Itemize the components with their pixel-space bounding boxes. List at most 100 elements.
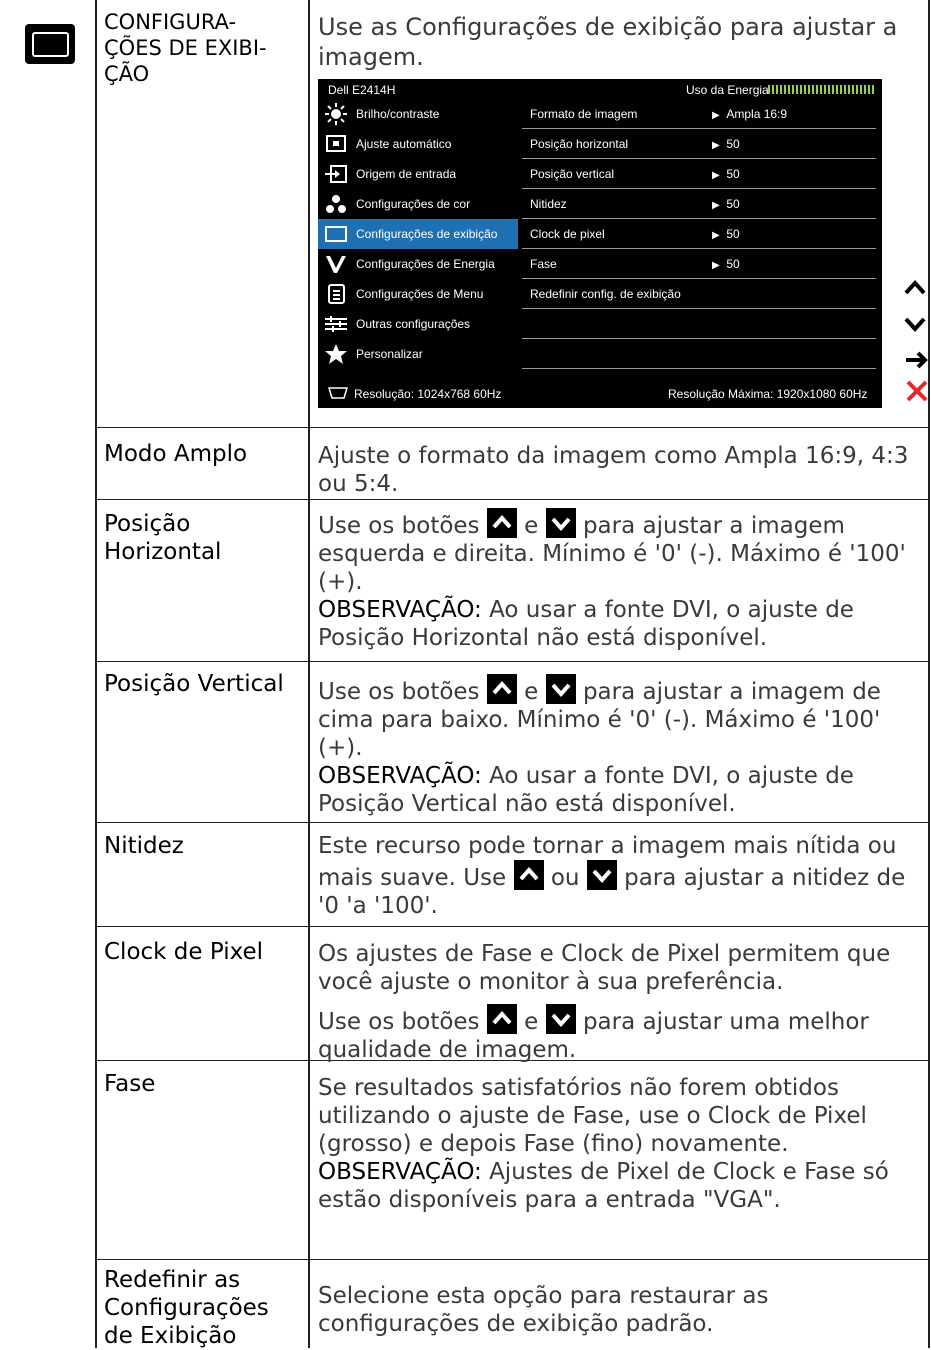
osd-setting-value: ▶ 50 bbox=[712, 257, 740, 271]
osd-left-item[interactable]: Configurações de cor bbox=[318, 189, 518, 219]
osd-left-label: Configurações de Energia bbox=[356, 257, 495, 271]
exit-icon[interactable] bbox=[900, 377, 931, 405]
osd-setting-value-text: Ampla 16:9 bbox=[726, 107, 788, 121]
display-settings-icon bbox=[25, 24, 75, 64]
row-desc-mid: e bbox=[524, 1009, 539, 1035]
osd-setting-name: Clock de pixel bbox=[530, 227, 605, 241]
osd-setting-name: Nitidez bbox=[530, 197, 567, 211]
up-button-icon bbox=[486, 508, 517, 538]
grid-line bbox=[95, 661, 930, 662]
osd-left-item-selected[interactable]: Configurações de exibição bbox=[318, 219, 518, 249]
osd-setting-name: Fase bbox=[530, 257, 557, 271]
osd-left-item[interactable]: Ajuste automático bbox=[318, 129, 518, 159]
section-intro: Use as Configurações de exibição para aj… bbox=[318, 13, 898, 71]
osd-model: Dell E2414H bbox=[328, 83, 396, 97]
osd-setting-row[interactable]: Fase ▶ 50 bbox=[522, 249, 876, 279]
grid-line bbox=[928, 0, 930, 1348]
osd-setting-row[interactable]: Clock de pixel ▶ 50 bbox=[522, 219, 876, 249]
osd-setting-name: Posição vertical bbox=[530, 167, 615, 181]
osd-setting-row[interactable]: Formato de imagem ▶ Ampla 16:9 bbox=[522, 99, 876, 129]
osd-resolution: Resolução: 1024x768 60Hz bbox=[354, 387, 502, 401]
row-desc-mid: ou bbox=[550, 865, 580, 891]
osd-header: Dell E2414H Uso da Energia bbox=[318, 79, 882, 99]
row-name: Posição Vertical bbox=[104, 671, 284, 697]
row-desc: Este recurso pode tornar a imagem mais n… bbox=[318, 832, 924, 920]
grid-line bbox=[308, 0, 310, 1348]
osd-left-label: Configurações de Menu bbox=[356, 287, 484, 301]
star-icon bbox=[324, 343, 348, 368]
row-desc: Use os botões e para ajustar a imagem es… bbox=[318, 508, 924, 652]
row-desc-mid: e bbox=[524, 679, 539, 705]
osd-setting-value: ▶ 50 bbox=[712, 197, 740, 211]
grid-line bbox=[95, 1259, 930, 1260]
osd-left-label: Ajuste automático bbox=[356, 137, 452, 151]
osd-setting-row[interactable]: Posição horizontal ▶ 50 bbox=[522, 129, 876, 159]
down-button-icon bbox=[545, 674, 576, 704]
row-desc-pre: Use os botões bbox=[318, 513, 480, 539]
osd-menu-screenshot: Dell E2414H Uso da Energia Brilho/contra… bbox=[318, 79, 882, 408]
osd-left-item[interactable]: Configurações de Energia bbox=[318, 249, 518, 279]
osd-setting-value-text: 50 bbox=[726, 137, 740, 151]
row-name: Posição Horizontal bbox=[104, 511, 222, 565]
osd-max-resolution: Resolução Máxima: 1920x1080 60Hz bbox=[668, 387, 868, 401]
grid-line bbox=[95, 499, 930, 500]
osd-energy-label: Uso da Energia bbox=[686, 83, 769, 97]
row-desc-pre: Use os botões bbox=[318, 1009, 480, 1035]
row-desc-line: Este recurso pode tornar a imagem mais n… bbox=[318, 833, 897, 859]
osd-left-item[interactable]: Origem de entrada bbox=[318, 159, 518, 189]
row-name: Redefinir as Configurações de Exibição bbox=[104, 1267, 269, 1349]
osd-setting-value-text: 50 bbox=[726, 227, 740, 241]
osd-setting-row[interactable]: Nitidez ▶ 50 bbox=[522, 189, 876, 219]
vga-connector-icon bbox=[327, 387, 349, 402]
osd-setting-value: ▶ 50 bbox=[712, 227, 740, 241]
osd-setting-row[interactable]: Redefinir config. de exibição bbox=[522, 279, 876, 309]
up-icon[interactable] bbox=[900, 273, 931, 301]
osd-setting-value: ▶ 50 bbox=[712, 137, 740, 151]
other-settings-icon bbox=[324, 313, 348, 338]
row-desc-paragraph: Os ajustes de Fase e Clock de Pixel perm… bbox=[318, 941, 891, 995]
osd-left-label: Personalizar bbox=[356, 347, 423, 361]
up-button-icon bbox=[486, 1004, 517, 1034]
row-name: Nitidez bbox=[104, 833, 184, 859]
down-icon[interactable] bbox=[900, 311, 931, 339]
grid-line bbox=[95, 926, 930, 927]
note-label: OBSERVAÇÃO: bbox=[318, 1159, 482, 1185]
section-title: CONFIGURA- ÇÕES DE EXIBI- ÇÃO bbox=[104, 10, 267, 86]
row-name: Fase bbox=[104, 1071, 156, 1097]
grid-line bbox=[95, 427, 930, 428]
osd-right-panel: Formato de imagem ▶ Ampla 16:9 Posição h… bbox=[522, 99, 876, 374]
menu-icon bbox=[324, 283, 348, 308]
energy-meter bbox=[768, 85, 874, 94]
osd-setting-name: Formato de imagem bbox=[530, 107, 638, 121]
osd-setting-value: ▶ Ampla 16:9 bbox=[712, 107, 788, 121]
enter-icon[interactable] bbox=[900, 346, 931, 374]
osd-left-label: Brilho/contraste bbox=[356, 107, 440, 121]
osd-left-label: Configurações de cor bbox=[356, 197, 471, 211]
osd-setting-value-text: 50 bbox=[726, 167, 740, 181]
row-desc: Ajuste o formato da imagem como Ampla 16… bbox=[318, 443, 909, 497]
brightness-icon bbox=[324, 103, 348, 128]
row-desc: Selecione esta opção para restaurar as c… bbox=[318, 1283, 769, 1337]
grid-line bbox=[95, 0, 97, 1348]
row-desc-pre: mais suave. Use bbox=[318, 865, 507, 891]
osd-setting-row[interactable]: Posição vertical ▶ 50 bbox=[522, 159, 876, 189]
osd-left-label: Configurações de exibição bbox=[356, 227, 498, 241]
row-desc-pre: Use os botões bbox=[318, 679, 480, 705]
osd-setting-value-text: 50 bbox=[726, 197, 740, 211]
energy-icon bbox=[324, 253, 348, 278]
osd-setting-name: Posição horizontal bbox=[530, 137, 629, 151]
auto-adjust-icon bbox=[324, 133, 348, 158]
osd-left-item[interactable]: Personalizar bbox=[318, 339, 518, 369]
down-button-icon bbox=[545, 1004, 576, 1034]
osd-left-item[interactable]: Outras configurações bbox=[318, 309, 518, 339]
osd-left-item[interactable]: Brilho/contraste bbox=[318, 99, 518, 129]
osd-left-item[interactable]: Configurações de Menu bbox=[318, 279, 518, 309]
row-desc-mid: e bbox=[524, 513, 539, 539]
osd-setting-name: Redefinir config. de exibição bbox=[530, 287, 681, 301]
grid-line bbox=[95, 822, 930, 823]
osd-left-label: Origem de entrada bbox=[356, 167, 457, 181]
osd-setting-value-text: 50 bbox=[726, 257, 740, 271]
row-name: Modo Amplo bbox=[104, 441, 248, 467]
note-label: OBSERVAÇÃO: bbox=[318, 597, 482, 623]
osd-setting-row bbox=[522, 309, 876, 339]
